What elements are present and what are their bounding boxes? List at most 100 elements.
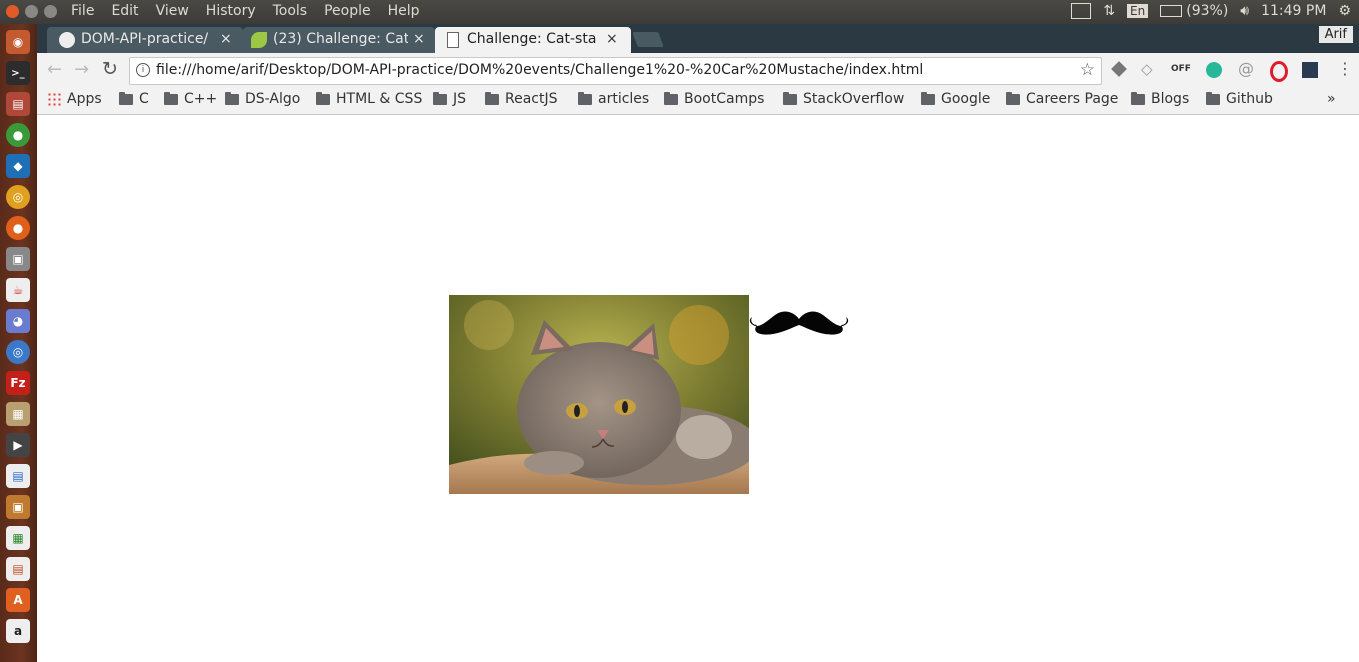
clock[interactable]: 11:49 PM [1261,3,1326,19]
bookmarks-overflow-button[interactable]: » [1327,91,1336,107]
bookmark-label: C++ [184,91,218,107]
vscode-icon[interactable]: ◆ [6,154,30,178]
bookmark-folder-reactjs[interactable]: ReactJS [485,91,558,107]
presentation-icon[interactable]: ▤ [6,557,30,581]
opera-icon[interactable] [1270,61,1288,82]
screenshot-icon[interactable]: ▣ [6,247,30,271]
close-tab-icon[interactable]: × [220,31,232,47]
amazon-icon[interactable]: a [6,619,30,643]
chrome-icon[interactable]: ◎ [6,185,30,209]
terminal-alt-icon[interactable]: ▣ [6,495,30,519]
maximize-window-button[interactable] [44,5,57,18]
extension-square-icon[interactable] [1302,62,1318,78]
tab-khan-academy[interactable]: (23) Challenge: Cat- × [243,27,435,53]
extension-layers-icon[interactable] [1111,61,1127,77]
profile-button[interactable]: Arif [1318,26,1353,43]
software-center-icon[interactable]: A [6,588,30,612]
tab-github[interactable]: DOM-API-practice/ × [47,27,243,53]
folder-icon [921,91,935,105]
folder-icon [1206,91,1220,105]
discord-icon[interactable]: ◕ [6,309,30,333]
network-icon[interactable]: ⇅ [1103,3,1115,19]
address-bar[interactable]: i file:///home/arif/Desktop/DOM-API-prac… [129,57,1102,85]
unity-launcher: ◉ >_ ▤ ● ◆ ◎ ● ▣ ☕ ◕ ◎ Fz ▦ ▶ ▤ ▣ ▦ ▤ A … [0,24,37,662]
gear-icon[interactable]: ⚙ [1338,3,1351,19]
reload-icon[interactable]: ↻ [102,58,118,80]
messaging-menu-icon[interactable] [1071,3,1092,19]
mustache-image[interactable] [749,305,849,345]
minimize-window-button[interactable] [25,5,38,18]
github-icon [59,32,75,48]
bookmark-label: DS-Algo [245,91,301,107]
document-icon[interactable]: ▤ [6,464,30,488]
tab-challenge-active[interactable]: Challenge: Cat-stac × [435,27,631,53]
bookmark-label: Google [941,91,991,107]
cat-image[interactable] [449,295,749,494]
menu-tools[interactable]: Tools [273,3,308,19]
bookmark-apps[interactable]: Apps [47,91,102,107]
menu-help[interactable]: Help [388,3,420,19]
spreadsheet-icon[interactable]: ▦ [6,526,30,550]
apps-grid-icon [47,92,61,106]
menu-view[interactable]: View [156,3,189,19]
browser-toolbar: ← → ↻ i file:///home/arif/Desktop/DOM-AP… [37,53,1359,88]
terminal-icon[interactable]: >_ [6,61,30,85]
bookmark-label: Apps [67,91,102,107]
bookmark-folder-articles[interactable]: articles [578,91,649,107]
menu-edit[interactable]: Edit [111,3,138,19]
bookmark-folder-bootcamps[interactable]: BootCamps [664,91,764,107]
keyboard-layout-indicator[interactable]: En [1127,4,1149,18]
firefox-icon[interactable]: ● [6,216,30,240]
bookmark-folder-ds-algo[interactable]: DS-Algo [225,91,300,107]
bookmark-folder-js[interactable]: JS [433,91,466,107]
extension-diamond-icon[interactable]: ◇ [1141,60,1153,78]
chrome-menu-icon[interactable]: ⋮ [1337,59,1353,78]
browser-icon[interactable]: ● [6,123,30,147]
image-viewer-icon[interactable]: ▦ [6,402,30,426]
java-icon[interactable]: ☕ [6,278,30,302]
bookmark-label: HTML & CSS [336,91,423,107]
folder-icon [1131,91,1145,105]
bookmark-folder-careers[interactable]: Careers Page [1006,91,1118,107]
extension-chat-icon[interactable] [1206,62,1222,78]
folder-icon [1006,91,1020,105]
new-tab-button[interactable] [632,32,664,47]
files-icon[interactable]: ▤ [6,92,30,116]
folder-icon [433,91,447,105]
folder-icon [783,91,797,105]
bookmark-label: Github [1226,91,1273,107]
forward-icon[interactable]: → [74,59,89,80]
close-tab-icon[interactable]: × [606,31,618,47]
info-icon[interactable]: i [136,63,150,77]
ubuntu-dash-icon[interactable]: ◉ [6,30,30,54]
folder-icon [485,91,499,105]
close-window-button[interactable] [6,5,19,18]
folder-icon [664,91,678,105]
bookmark-folder-c[interactable]: C [119,91,149,107]
bookmark-star-icon[interactable]: ☆ [1080,60,1095,80]
bookmark-folder-blogs[interactable]: Blogs [1131,91,1189,107]
bookmark-folder-github[interactable]: Github [1206,91,1273,107]
extension-off-icon[interactable]: OFF [1171,64,1191,74]
bookmark-label: ReactJS [505,91,558,107]
leaf-icon [251,32,267,48]
filezilla-icon[interactable]: Fz [6,371,30,395]
battery-icon[interactable] [1160,5,1183,17]
menu-file[interactable]: File [71,3,94,19]
menu-history[interactable]: History [206,3,256,19]
close-tab-icon[interactable]: × [413,31,425,47]
back-icon[interactable]: ← [47,59,62,80]
bookmark-label: C [139,91,149,107]
bookmark-folder-cpp[interactable]: C++ [164,91,217,107]
bookmark-folder-stackoverflow[interactable]: StackOverflow [783,91,904,107]
tab-strip: DOM-API-practice/ × (23) Challenge: Cat-… [37,24,1359,53]
menu-people[interactable]: People [324,3,371,19]
bookmark-folder-html-css[interactable]: HTML & CSS [316,91,422,107]
system-top-panel: File Edit View History Tools People Help… [0,0,1359,24]
chromium-icon[interactable]: ◎ [6,340,30,364]
video-editor-icon[interactable]: ▶ [6,433,30,457]
volume-icon[interactable]: 🔊︎ [1240,3,1249,19]
extension-at-icon[interactable]: @ [1238,59,1254,78]
bookmark-folder-google[interactable]: Google [921,91,990,107]
page-content [37,115,1359,662]
